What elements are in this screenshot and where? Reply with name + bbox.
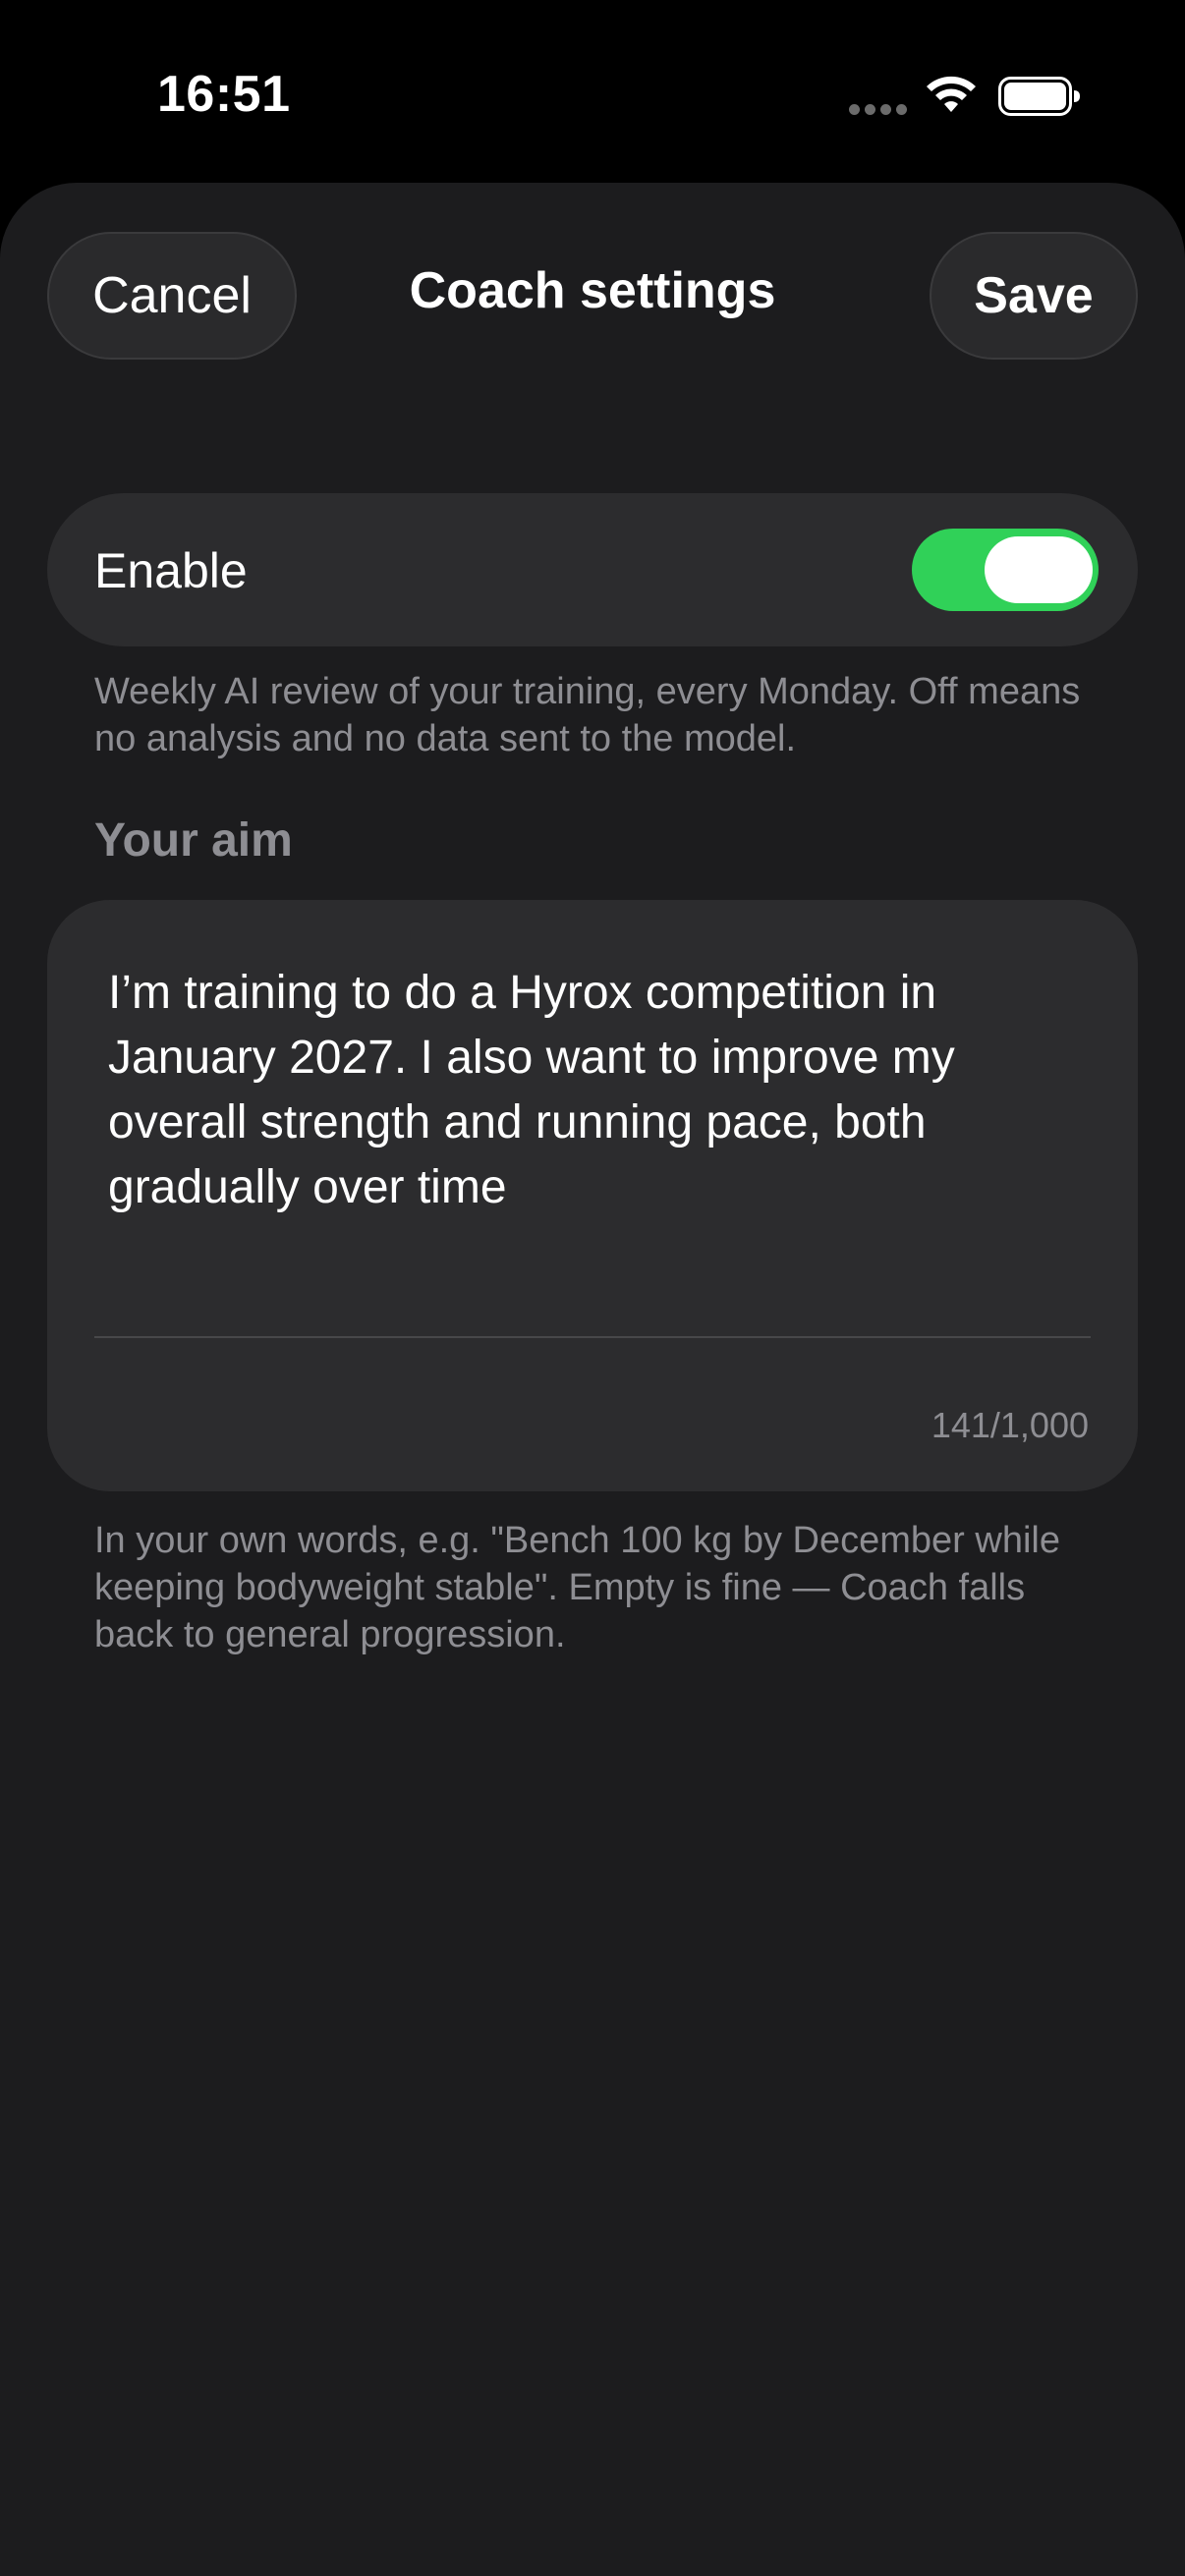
enable-description: Weekly AI review of your training, every…: [94, 671, 1081, 759]
enable-toggle[interactable]: [912, 529, 1099, 611]
enable-row: Enable: [47, 493, 1138, 646]
character-counter: 141/1,000: [931, 1405, 1089, 1445]
page-title: Coach settings: [409, 262, 776, 319]
divider: [94, 1336, 1091, 1338]
battery-icon: [998, 77, 1080, 116]
wifi-icon: [927, 76, 976, 112]
aim-card: I’m training to do a Hyrox competition i…: [47, 900, 1138, 1491]
aim-section-label: Your aim: [94, 814, 293, 867]
toggle-knob: [985, 536, 1093, 603]
save-button[interactable]: Save: [930, 232, 1138, 360]
status-time: 16:51: [157, 66, 291, 123]
status-bar: 16:51: [0, 0, 1185, 183]
aim-textarea[interactable]: I’m training to do a Hyrox competition i…: [108, 961, 1081, 1220]
aim-hint: In your own words, e.g. "Bench 100 kg by…: [94, 1520, 1060, 1655]
cancel-button[interactable]: Cancel: [47, 232, 297, 360]
signal-dots-icon: [849, 104, 908, 116]
enable-label: Enable: [94, 543, 248, 598]
coach-settings-sheet: Cancel Coach settings Save Enable Weekly…: [0, 183, 1185, 2576]
